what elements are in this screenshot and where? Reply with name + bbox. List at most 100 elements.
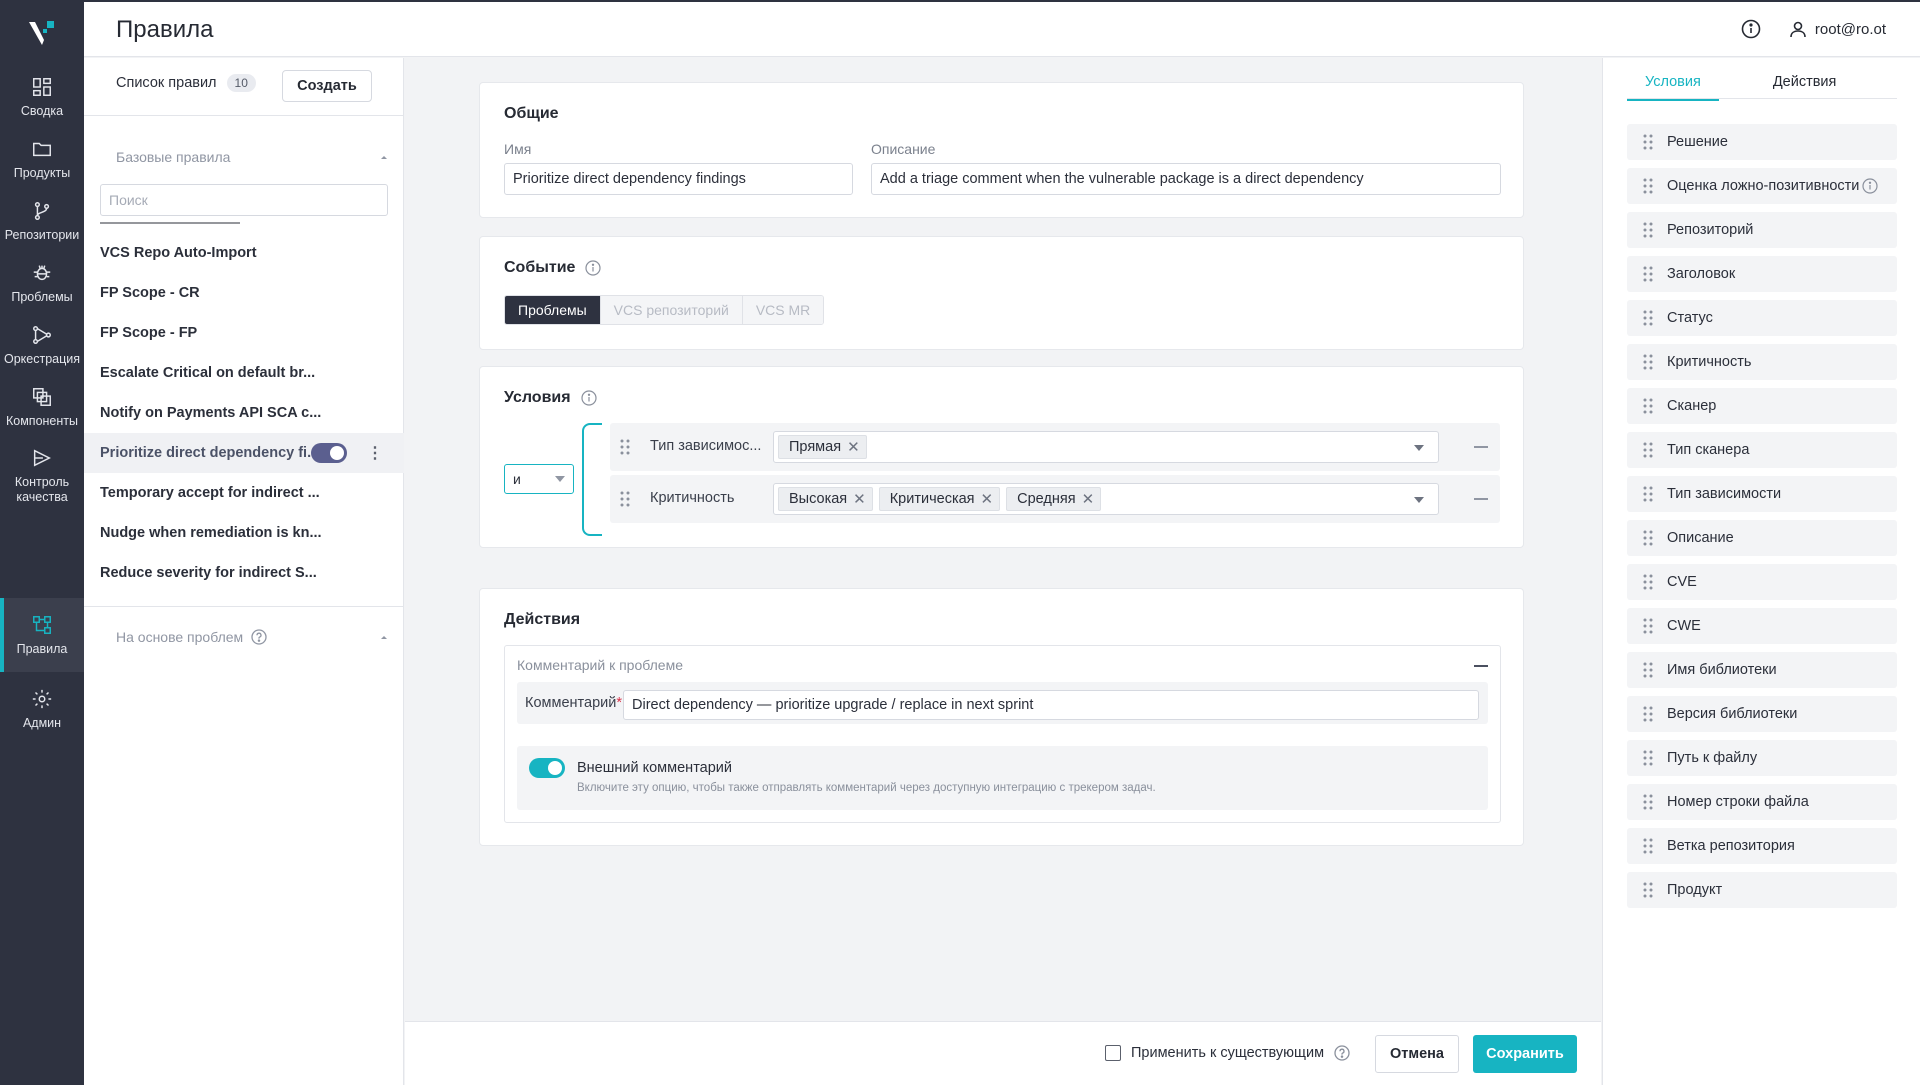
condition-values-select[interactable]: Прямая ✕ xyxy=(773,431,1439,463)
drag-handle-icon[interactable] xyxy=(1643,354,1653,370)
nav-item-rules[interactable]: Правила xyxy=(0,598,84,672)
info-icon[interactable] xyxy=(580,390,597,406)
draggable-field-item[interactable]: Версия библиотеки xyxy=(1627,696,1897,732)
nav-item-admin[interactable]: Админ xyxy=(0,672,84,746)
drag-handle-icon[interactable] xyxy=(1643,222,1653,238)
draggable-field-item[interactable]: Продукт xyxy=(1627,872,1897,908)
apply-to-existing-checkbox[interactable] xyxy=(1105,1045,1121,1061)
draggable-field-item[interactable]: CWE xyxy=(1627,608,1897,644)
issue-rules-group-header[interactable]: На основе проблем xyxy=(116,629,388,645)
info-icon[interactable] xyxy=(585,260,602,276)
rule-name-input[interactable]: Prioritize direct dependency findings xyxy=(504,163,853,195)
drag-handle-icon[interactable] xyxy=(1643,530,1653,546)
remove-action-button[interactable] xyxy=(1474,665,1488,667)
drag-handle-icon[interactable] xyxy=(1643,442,1653,458)
close-icon[interactable]: ✕ xyxy=(981,490,994,508)
nav-item-issues[interactable]: Проблемы xyxy=(0,252,84,314)
draggable-field-item[interactable]: Критичность xyxy=(1627,344,1897,380)
drag-handle-icon[interactable] xyxy=(1643,750,1653,766)
draggable-field-item[interactable]: Репозиторий xyxy=(1627,212,1897,248)
drag-handle-icon[interactable] xyxy=(1643,838,1653,854)
tab-conditions[interactable]: Условия xyxy=(1627,70,1719,101)
event-option-issues[interactable]: Проблемы xyxy=(505,296,600,324)
nav-item-quality-gate[interactable]: Контроль качества xyxy=(0,438,84,514)
event-option-vcs-mr[interactable]: VCS MR xyxy=(741,296,824,324)
field-item-label: Тип сканера xyxy=(1667,442,1750,458)
tab-actions[interactable]: Действия xyxy=(1755,70,1855,101)
draggable-field-item[interactable]: Тип сканера xyxy=(1627,432,1897,468)
info-icon[interactable] xyxy=(1741,19,1761,39)
draggable-field-item[interactable]: Путь к файлу xyxy=(1627,740,1897,776)
rule-enabled-toggle[interactable] xyxy=(311,443,347,463)
nav-item-repositories[interactable]: Репозитории xyxy=(0,190,84,252)
save-button[interactable]: Сохранить xyxy=(1473,1035,1577,1073)
draggable-field-item[interactable]: Имя библиотеки xyxy=(1627,652,1897,688)
logo-icon xyxy=(29,21,54,45)
draggable-field-item[interactable]: Заголовок xyxy=(1627,256,1897,292)
help-icon[interactable] xyxy=(1334,1045,1350,1061)
remove-condition-button[interactable] xyxy=(1474,446,1488,448)
create-rule-button[interactable]: Создать xyxy=(282,70,372,102)
drag-handle-icon[interactable] xyxy=(1643,486,1653,502)
close-icon[interactable]: ✕ xyxy=(1082,490,1095,508)
drag-handle-icon[interactable] xyxy=(1643,706,1653,722)
condition-values-select[interactable]: Высокая ✕ Критическая ✕ Средняя ✕ xyxy=(773,483,1439,515)
nav-item-dashboard[interactable]: Сводка xyxy=(0,66,84,128)
draggable-field-item[interactable]: Решение xyxy=(1627,124,1897,160)
drag-handle-icon[interactable] xyxy=(1643,882,1653,898)
app-logo[interactable] xyxy=(0,0,84,66)
close-icon[interactable]: ✕ xyxy=(853,490,866,508)
event-option-vcs-repo[interactable]: VCS репозиторий xyxy=(599,296,742,324)
draggable-field-item[interactable]: Описание xyxy=(1627,520,1897,556)
draggable-field-item[interactable]: Номер строки файла xyxy=(1627,784,1897,820)
draggable-field-item[interactable]: Статус xyxy=(1627,300,1897,336)
external-comment-toggle[interactable] xyxy=(529,758,565,778)
drag-handle-icon[interactable] xyxy=(1643,266,1653,282)
drag-handle-icon[interactable] xyxy=(1643,134,1653,150)
base-rules-group-header[interactable]: Базовые правила xyxy=(116,149,388,165)
nav-item-components[interactable]: Компоненты xyxy=(0,376,84,438)
close-icon[interactable]: ✕ xyxy=(847,438,860,456)
comment-input[interactable]: Direct dependency — prioritize upgrade /… xyxy=(623,690,1479,720)
drag-handle-icon[interactable] xyxy=(620,491,630,507)
draggable-field-item[interactable]: Ветка репозитория xyxy=(1627,828,1897,864)
nav-item-products[interactable]: Продукты xyxy=(0,128,84,190)
action-title: Комментарий к проблеме xyxy=(517,657,683,673)
drag-handle-icon[interactable] xyxy=(1643,310,1653,326)
rule-item[interactable]: VCS Repo Auto-Import xyxy=(84,233,404,273)
chevron-down-icon[interactable] xyxy=(1414,497,1424,503)
drag-handle-icon[interactable] xyxy=(1643,178,1653,194)
apply-to-existing[interactable]: Применить к существующим xyxy=(1105,1045,1350,1061)
rule-item[interactable]: Escalate Critical on default br... xyxy=(84,353,404,393)
draggable-field-item[interactable]: Оценка ложно-позитивности xyxy=(1627,168,1897,204)
draggable-field-item[interactable]: Тип зависимости xyxy=(1627,476,1897,512)
remove-condition-button[interactable] xyxy=(1474,498,1488,500)
more-options-icon[interactable]: ⋮ xyxy=(367,443,383,463)
user-menu[interactable]: root@ro.ot xyxy=(1789,20,1886,38)
rule-item[interactable]: Reduce severity for indirect S... xyxy=(84,553,404,593)
drag-handle-icon[interactable] xyxy=(1643,794,1653,810)
rule-description-input[interactable]: Add a triage comment when the vulnerable… xyxy=(871,163,1501,195)
logic-operator-select[interactable]: и xyxy=(504,464,574,494)
drag-handle-icon[interactable] xyxy=(620,439,630,455)
rule-item[interactable]: Notify on Payments API SCA c... xyxy=(84,393,404,433)
nav-item-orchestration[interactable]: Оркестрация xyxy=(0,314,84,376)
draggable-field-item[interactable]: CVE xyxy=(1627,564,1897,600)
divider xyxy=(84,115,404,116)
draggable-field-item[interactable]: Сканер xyxy=(1627,388,1897,424)
info-icon[interactable] xyxy=(1862,178,1878,194)
rule-item[interactable]: Temporary accept for indirect ... xyxy=(84,473,404,513)
rules-search-input[interactable] xyxy=(100,184,388,216)
drag-handle-icon[interactable] xyxy=(1643,662,1653,678)
rule-item[interactable]: Nudge when remediation is kn... xyxy=(84,513,404,553)
chevron-down-icon[interactable] xyxy=(1414,445,1424,451)
drag-handle-icon[interactable] xyxy=(1643,618,1653,634)
help-icon[interactable] xyxy=(251,629,267,645)
cancel-button[interactable]: Отмена xyxy=(1375,1035,1459,1073)
rule-item-active[interactable]: Prioritize direct dependency fi... ⋮ xyxy=(84,433,404,473)
rule-item[interactable]: FP Scope - FP xyxy=(84,313,404,353)
rule-item[interactable]: FP Scope - CR xyxy=(84,273,404,313)
drag-handle-icon[interactable] xyxy=(1643,574,1653,590)
actions-card: Действия Комментарий к проблеме Коммента… xyxy=(479,588,1524,846)
drag-handle-icon[interactable] xyxy=(1643,398,1653,414)
